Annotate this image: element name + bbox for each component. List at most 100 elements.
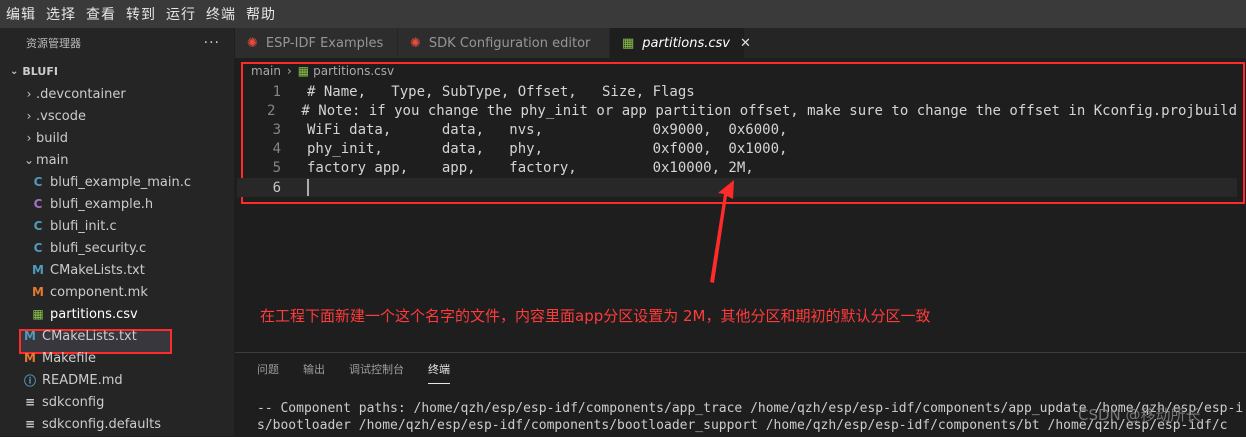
tree-file-blufi-example-main-c[interactable]: C blufi_example_main.c (30, 171, 191, 193)
menu-go[interactable]: 转到 (120, 4, 160, 24)
project-header[interactable]: ⌄ BLUFI (0, 58, 234, 84)
tab-partitions-csv[interactable]: ▦ partitions.csv ✕ (610, 28, 751, 58)
tree-item-label: README.md (42, 372, 123, 388)
panel-tabs: 问题 输出 调试控制台 终端 (257, 361, 474, 384)
watermark: CSDN @移动所长 (1078, 406, 1201, 424)
line-number: 1 (272, 83, 281, 100)
tree-item-label: sdkconfig (42, 394, 105, 410)
tree-item-label: .vscode (36, 108, 86, 124)
code-line[interactable]: 3 WiFi data, data, nvs, 0x9000, 0x6000, (237, 120, 1237, 139)
code-line[interactable]: 5 factory app, app, factory, 0x10000, 2M, (237, 158, 1237, 177)
tree-folder-vscode[interactable]: › .vscode (22, 105, 86, 127)
close-icon[interactable]: ✕ (740, 36, 751, 51)
tab-problems[interactable]: 问题 (257, 361, 279, 384)
tree-item-label: blufi_example.h (50, 196, 154, 212)
code-text: factory app, app, factory, 0x10000, 2M, (307, 159, 754, 176)
tab-label: SDK Configuration editor (428, 35, 591, 51)
breadcrumb: main › ▦ partitions.csv (251, 64, 394, 78)
esp-idf-icon: ✺ (410, 35, 421, 51)
settings-file-icon: ≡ (24, 395, 36, 409)
code-line[interactable]: 2 # Note: if you change the phy_init or a… (237, 101, 1237, 120)
tree-item-label: CMakeLists.txt (42, 328, 137, 344)
tree-item-label: .devcontainer (36, 86, 126, 102)
chevron-down-icon: ⌄ (10, 65, 19, 77)
menu-edit[interactable]: 编辑 (0, 4, 40, 24)
breadcrumb-file[interactable]: partitions.csv (313, 64, 394, 78)
editor-tab-bar: ✺ ESP-IDF Examples ✺ SDK Configuration e… (235, 28, 1246, 58)
tree-file-makefile[interactable]: M Makefile (22, 347, 96, 369)
tree-item-label: main (36, 152, 69, 168)
tree-item-label: blufi_init.c (50, 218, 117, 234)
code-line[interactable]: 4 phy_init, data, phy, 0xf000, 0x1000, (237, 139, 1237, 158)
tab-debug-console[interactable]: 调试控制台 (349, 361, 404, 384)
tree-file-main-cmakelists[interactable]: M CMakeLists.txt (30, 259, 145, 281)
tab-esp-idf-examples[interactable]: ✺ ESP-IDF Examples (235, 28, 398, 58)
code-line[interactable]: 1 # Name, Type, SubType, Offset, Size, Fl… (237, 82, 1237, 101)
code-text: WiFi data, data, nvs, 0x9000, 0x6000, (307, 121, 788, 138)
tab-sdk-configuration-editor[interactable]: ✺ SDK Configuration editor (398, 28, 610, 58)
tree-item-label: blufi_example_main.c (50, 174, 192, 190)
makefile-icon: M (32, 285, 44, 299)
csv-file-icon: ▦ (32, 307, 44, 321)
project-name: BLUFI (22, 64, 58, 78)
code-line-current[interactable]: 6 (237, 178, 1237, 197)
tree-item-label: CMakeLists.txt (50, 262, 145, 278)
explorer-sidebar: 资源管理器 ··· ⌄ BLUFI › .devcontainer › .vsc… (0, 28, 234, 436)
line-number: 5 (272, 159, 281, 176)
more-actions-icon[interactable]: ··· (204, 35, 220, 51)
tree-folder-devcontainer[interactable]: › .devcontainer (22, 83, 126, 105)
csv-file-icon: ▦ (297, 64, 310, 78)
makefile-icon: M (24, 351, 36, 365)
annotation-text: 在工程下面新建一个这个名字的文件，内容里面app分区设置为 2M，其他分区和期初… (260, 307, 931, 325)
menu-selection[interactable]: 选择 (40, 4, 80, 24)
line-number: 3 (272, 121, 281, 138)
line-number: 4 (272, 140, 281, 157)
breadcrumb-folder[interactable]: main (251, 64, 281, 78)
chevron-right-icon: › (26, 87, 32, 101)
esp-idf-icon: ✺ (247, 35, 258, 51)
menu-terminal[interactable]: 终端 (200, 4, 240, 24)
csv-file-icon: ▦ (622, 35, 635, 51)
text-cursor (307, 179, 309, 196)
chevron-down-icon: ⌄ (23, 153, 35, 167)
code-text: phy_init, data, phy, 0xf000, 0x1000, (307, 140, 788, 157)
chevron-right-icon: › (26, 109, 32, 123)
tree-item-label: Makefile (42, 350, 97, 366)
tree-file-component-mk[interactable]: M component.mk (30, 281, 148, 303)
tab-output[interactable]: 输出 (303, 361, 325, 384)
menu-help[interactable]: 帮助 (240, 4, 280, 24)
explorer-header: 资源管理器 ··· (0, 28, 234, 58)
tree-file-cmakelists[interactable]: M CMakeLists.txt (22, 325, 137, 347)
menu-bar: 编辑 选择 查看 转到 运行 终端 帮助 (0, 0, 1246, 28)
info-icon: ⓘ (23, 373, 36, 388)
c-file-icon: C (33, 219, 43, 233)
tree-file-sdkconfig[interactable]: ≡ sdkconfig (22, 391, 104, 413)
code-text: # Note: if you change the phy_init or ap… (301, 102, 1237, 119)
c-file-icon: C (33, 241, 43, 255)
tree-file-readme[interactable]: ⓘ README.md (22, 369, 123, 391)
tab-label: partitions.csv (642, 35, 730, 51)
line-number: 2 (266, 102, 276, 119)
chevron-right-icon: › (26, 131, 32, 145)
tree-folder-main[interactable]: ⌄ main (22, 149, 69, 171)
tree-item-label: sdkconfig.defaults (42, 416, 161, 432)
tree-file-blufi-init-c[interactable]: C blufi_init.c (30, 215, 117, 237)
menu-view[interactable]: 查看 (80, 4, 120, 24)
tree-file-blufi-security-c[interactable]: C blufi_security.c (30, 237, 147, 259)
cmake-file-icon: M (24, 329, 36, 343)
tree-file-sdkconfig-defaults[interactable]: ≡ sdkconfig.defaults (22, 413, 161, 435)
tree-folder-build[interactable]: › build (22, 127, 68, 149)
tree-file-partitions-csv[interactable]: ▦ partitions.csv (30, 303, 138, 325)
tree-item-label: blufi_security.c (50, 240, 147, 256)
menu-run[interactable]: 运行 (160, 4, 200, 24)
code-text: # Name, Type, SubType, Offset, Size, Fla… (307, 83, 695, 100)
explorer-title: 资源管理器 (26, 37, 81, 50)
chevron-right-icon: › (286, 64, 292, 78)
line-number: 6 (272, 179, 281, 196)
tree-file-blufi-example-h[interactable]: C blufi_example.h (30, 193, 154, 215)
tab-terminal[interactable]: 终端 (428, 361, 450, 384)
settings-file-icon: ≡ (24, 417, 36, 431)
tree-item-label: build (36, 130, 68, 146)
c-header-file-icon: C (33, 197, 43, 211)
tree-item-label: partitions.csv (50, 306, 138, 322)
